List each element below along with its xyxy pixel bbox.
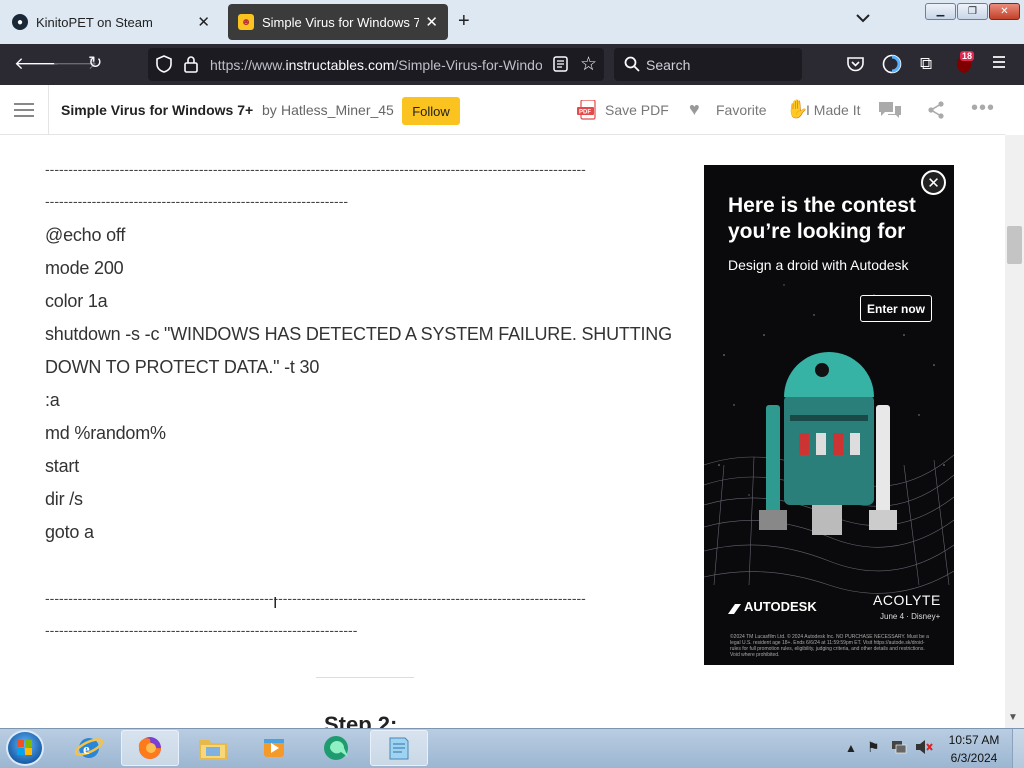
close-tab-icon[interactable]: ✕ <box>425 13 438 31</box>
steam-icon: ● <box>12 14 28 30</box>
separator-line: ----------------------------------------… <box>45 622 358 638</box>
internet-explorer-icon[interactable]: e <box>60 730 118 766</box>
ad-subline: Design a droid with Autodesk <box>728 257 909 273</box>
file-explorer-icon[interactable] <box>184 730 242 766</box>
code-line: DOWN TO PROTECT DATA." -t 30 <box>45 357 320 377</box>
pocket-icon[interactable] <box>847 56 864 77</box>
ad-close-button[interactable]: ✕ <box>921 170 946 195</box>
scroll-down-arrow-icon[interactable]: ▼ <box>1008 712 1018 723</box>
code-line: :a <box>45 390 60 410</box>
search-box[interactable] <box>614 48 802 81</box>
reader-view-icon[interactable] <box>553 56 568 77</box>
vertical-scrollbar[interactable] <box>1005 135 1024 728</box>
code-line: start <box>45 456 80 476</box>
by-label: by <box>262 102 277 118</box>
show-desktop-button[interactable] <box>1012 729 1024 768</box>
tab-simple-virus[interactable]: ☻ Simple Virus for Windows 7+ : 5 ✕ <box>228 4 448 40</box>
ublock-count-badge: 18 <box>960 51 975 61</box>
network-icon[interactable] <box>891 739 907 758</box>
project-title: Simple Virus for Windows 7+ <box>61 102 254 118</box>
clock-time[interactable]: 10:57 AM <box>944 733 1004 747</box>
minimize-button[interactable]: ▁ <box>925 3 956 20</box>
separator-line: ----------------------------------------… <box>45 161 586 177</box>
show-hidden-icons-icon[interactable]: ▲ <box>845 741 857 755</box>
firefox-icon[interactable] <box>121 730 179 766</box>
close-window-button[interactable]: ✕ <box>989 3 1020 20</box>
code-line: shutdown -s -c "WINDOWS HAS DETECTED A S… <box>45 324 672 344</box>
ad-brand: AUTODESK <box>744 599 817 614</box>
code-line: dir /s <box>45 489 83 509</box>
author-link[interactable]: Hatless_Miner_45 <box>281 102 394 118</box>
code-line: @echo off <box>45 225 126 245</box>
ad-partner: ACOLYTE <box>873 592 941 608</box>
lock-icon[interactable] <box>184 55 198 78</box>
autodesk-logo-icon <box>728 601 742 619</box>
share-icon[interactable] <box>927 101 945 124</box>
code-line: color 1a <box>45 291 108 311</box>
pdf-icon[interactable]: PDF <box>577 99 599 120</box>
ad-partner-sub: June 4 · Disney+ <box>880 612 941 621</box>
notepad-icon[interactable] <box>370 730 428 766</box>
code-line: md %random% <box>45 423 166 443</box>
firefox-account-icon[interactable] <box>882 54 902 79</box>
comments-icon[interactable] <box>878 101 902 124</box>
instructables-robot-icon: ☻ <box>238 14 254 30</box>
start-button[interactable] <box>6 730 44 766</box>
favorite-button[interactable]: Favorite <box>716 102 767 118</box>
volume-muted-icon[interactable] <box>915 739 933 758</box>
text-cursor-icon: I <box>273 595 278 612</box>
url-text[interactable]: https://www.instructables.com/Simple-Vir… <box>210 57 542 73</box>
step-divider <box>316 677 414 678</box>
more-options-icon[interactable]: ••• <box>971 97 995 120</box>
media-player-icon[interactable] <box>245 730 303 766</box>
heart-icon[interactable]: ♥ <box>689 99 700 120</box>
search-icon <box>624 56 640 77</box>
svg-text:PDF: PDF <box>579 110 591 116</box>
windows-logo-icon <box>17 740 32 755</box>
follow-button[interactable]: Follow <box>402 97 460 125</box>
separator-line: ----------------------------------------… <box>45 193 349 209</box>
tab-title: KinitoPET on Steam <box>36 14 153 30</box>
tab-title: Simple Virus for Windows 7+ : 5 <box>262 14 420 30</box>
ad-fineprint: ©2024 TM Lucasfilm Ltd. © 2024 Autodesk … <box>730 634 929 658</box>
separator-line: ----------------------------------------… <box>45 590 586 606</box>
menu-icon[interactable] <box>992 55 1006 74</box>
reload-icon[interactable]: ↻ <box>88 53 102 73</box>
action-center-flag-icon[interactable]: ⚑ <box>867 739 880 756</box>
ad-headline: Here is the contest you’re looking for <box>728 194 916 243</box>
extensions-icon[interactable]: ⧉ <box>920 54 932 74</box>
enter-now-button[interactable]: Enter now <box>860 295 932 322</box>
close-tab-icon[interactable]: ✕ <box>197 13 210 31</box>
save-pdf-button[interactable]: Save PDF <box>605 102 669 118</box>
bookmark-star-icon[interactable]: ☆ <box>580 53 597 76</box>
green-app-icon[interactable] <box>308 730 366 766</box>
clock-date[interactable]: 6/3/2024 <box>944 751 1004 765</box>
i-made-it-button[interactable]: I Made It <box>806 102 860 118</box>
code-line: mode 200 <box>45 258 124 278</box>
maximize-button[interactable]: ❐ <box>957 3 988 20</box>
new-tab-icon[interactable]: + <box>458 10 470 33</box>
shield-icon[interactable] <box>156 55 172 78</box>
search-placeholder: Search <box>646 57 691 73</box>
chevron-down-icon[interactable] <box>856 12 870 26</box>
divider <box>48 85 49 135</box>
tab-kinitopet[interactable]: ● KinitoPET on Steam ✕ <box>2 4 220 40</box>
code-line: goto a <box>45 522 94 542</box>
hamburger-menu-icon[interactable] <box>14 103 34 117</box>
scrollbar-thumb[interactable] <box>1007 226 1022 264</box>
svg-text:e: e <box>83 742 90 758</box>
